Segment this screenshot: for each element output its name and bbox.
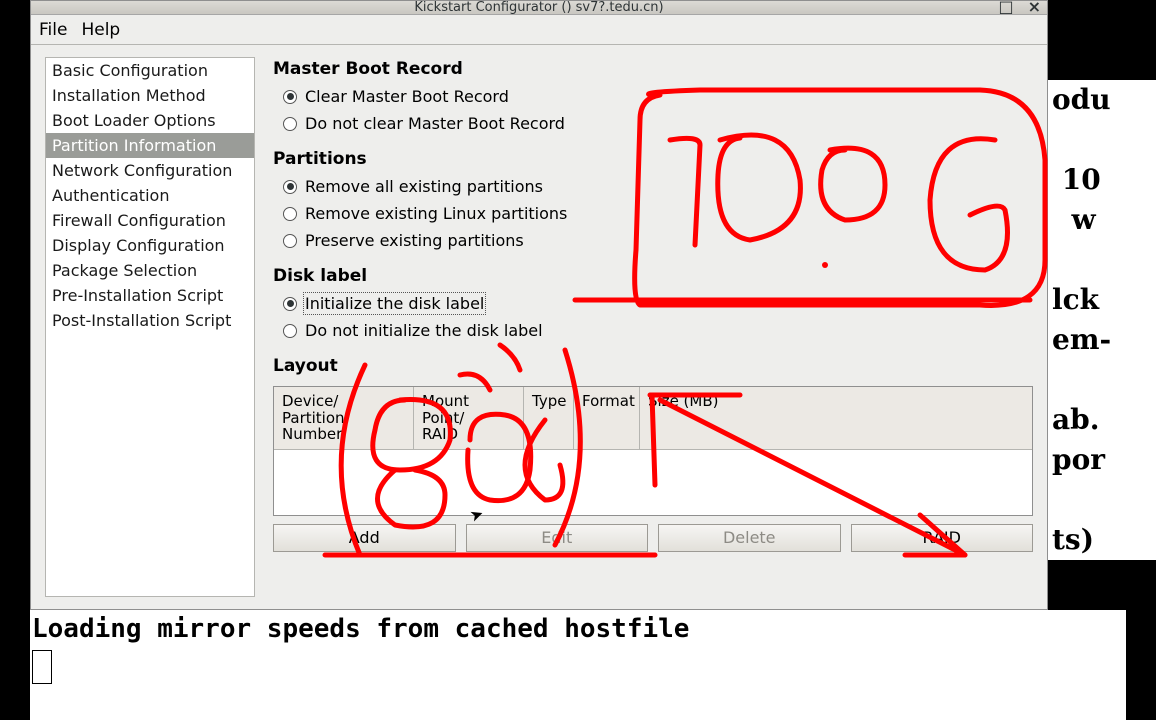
radio-no-init-disklabel[interactable]: Do not initialize the disk label: [273, 319, 1033, 342]
sidebar-item-installation-method[interactable]: Installation Method: [46, 83, 254, 108]
main-panel: Master Boot Record Clear Master Boot Rec…: [273, 57, 1033, 597]
sidebar-item-network-configuration[interactable]: Network Configuration: [46, 158, 254, 183]
menubar: File Help: [31, 15, 1047, 45]
close-button[interactable]: ×: [1028, 1, 1041, 15]
layout-buttons: Add Edit Delete RAID: [273, 524, 1033, 552]
radio-icon: [283, 324, 297, 338]
menu-file[interactable]: File: [39, 20, 67, 40]
menu-help[interactable]: Help: [81, 20, 120, 40]
radio-remove-all[interactable]: Remove all existing partitions: [273, 175, 1033, 198]
sidebar-item-pre-installation-script[interactable]: Pre-Installation Script: [46, 283, 254, 308]
minimize-button[interactable]: _: [976, 1, 984, 15]
radio-label: Do not clear Master Boot Record: [305, 114, 565, 133]
col-device[interactable]: Device/ Partition Number: [274, 387, 414, 449]
section-disklabel-title: Disk label: [273, 266, 1033, 286]
layout-body[interactable]: [274, 450, 1032, 516]
radio-preserve[interactable]: Preserve existing partitions: [273, 229, 1033, 252]
delete-button[interactable]: Delete: [658, 524, 841, 552]
radio-remove-linux[interactable]: Remove existing Linux partitions: [273, 202, 1033, 225]
radio-label: Preserve existing partitions: [305, 231, 524, 250]
radio-icon: [283, 234, 297, 248]
sidebar-item-basic-configuration[interactable]: Basic Configuration: [46, 58, 254, 83]
radio-label: Do not initialize the disk label: [305, 321, 543, 340]
titlebar[interactable]: Kickstart Configurator () sv7?.tedu.cn) …: [31, 1, 1047, 15]
window-title: Kickstart Configurator () sv7?.tedu.cn): [414, 1, 663, 15]
sidebar-item-partition-information[interactable]: Partition Information: [46, 133, 254, 158]
terminal-line: Loading mirror speeds from cached hostfi…: [32, 614, 1124, 644]
add-button[interactable]: Add: [273, 524, 456, 552]
sidebar-item-post-installation-script[interactable]: Post-Installation Script: [46, 308, 254, 333]
radio-icon: [283, 297, 297, 311]
sidebar-item-display-configuration[interactable]: Display Configuration: [46, 233, 254, 258]
section-layout-title: Layout: [273, 356, 1033, 376]
raid-button[interactable]: RAID: [851, 524, 1034, 552]
kickstart-window: Kickstart Configurator () sv7?.tedu.cn) …: [30, 0, 1048, 610]
sidebar-item-boot-loader-options[interactable]: Boot Loader Options: [46, 108, 254, 133]
radio-clear-mbr[interactable]: Clear Master Boot Record: [273, 85, 1033, 108]
radio-label: Initialize the disk label: [305, 294, 484, 313]
col-size[interactable]: Size (MB): [640, 387, 1032, 449]
background-partial-text: odu 10 w lck em- ab. por ts): [1046, 80, 1156, 560]
radio-label: Remove existing Linux partitions: [305, 204, 567, 223]
terminal-cursor: [32, 650, 52, 684]
col-format[interactable]: Format: [574, 387, 640, 449]
radio-init-disklabel[interactable]: Initialize the disk label: [273, 292, 1033, 315]
edit-button[interactable]: Edit: [466, 524, 649, 552]
radio-icon: [283, 180, 297, 194]
maximize-button[interactable]: □: [998, 1, 1013, 15]
radio-icon: [283, 117, 297, 131]
sidebar-item-package-selection[interactable]: Package Selection: [46, 258, 254, 283]
section-mbr-title: Master Boot Record: [273, 59, 1033, 79]
layout-header: Device/ Partition Number Mount Point/ RA…: [274, 387, 1032, 450]
radio-no-clear-mbr[interactable]: Do not clear Master Boot Record: [273, 112, 1033, 135]
col-type[interactable]: Type: [524, 387, 574, 449]
terminal-output[interactable]: Loading mirror speeds from cached hostfi…: [30, 610, 1126, 720]
radio-icon: [283, 207, 297, 221]
sidebar[interactable]: Basic Configuration Installation Method …: [45, 57, 255, 597]
layout-table[interactable]: Device/ Partition Number Mount Point/ RA…: [273, 386, 1033, 516]
sidebar-item-firewall-configuration[interactable]: Firewall Configuration: [46, 208, 254, 233]
radio-label: Clear Master Boot Record: [305, 87, 509, 106]
radio-label: Remove all existing partitions: [305, 177, 543, 196]
col-mount[interactable]: Mount Point/ RAID: [414, 387, 524, 449]
section-partitions-title: Partitions: [273, 149, 1033, 169]
radio-icon: [283, 90, 297, 104]
sidebar-item-authentication[interactable]: Authentication: [46, 183, 254, 208]
